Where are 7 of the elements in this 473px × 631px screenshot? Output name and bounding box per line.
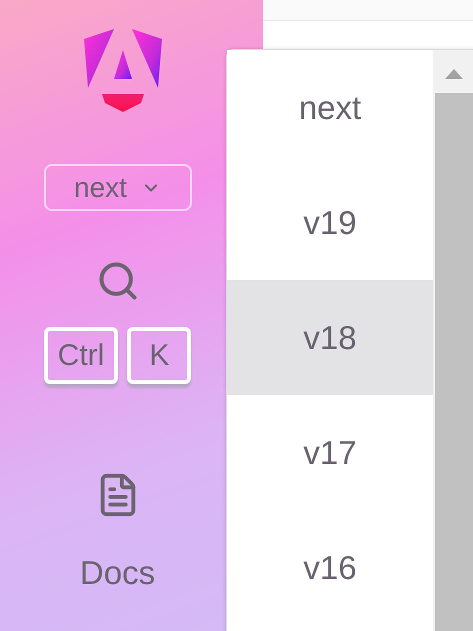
version-option[interactable]: v18 — [227, 280, 433, 395]
keyboard-key: K — [127, 327, 192, 384]
scroll-up-icon[interactable] — [445, 69, 463, 79]
logo-icon — [82, 28, 164, 112]
version-option[interactable]: next — [227, 50, 433, 165]
keyboard-key: Ctrl — [44, 327, 118, 384]
nav-link[interactable]: Docs — [80, 472, 156, 598]
